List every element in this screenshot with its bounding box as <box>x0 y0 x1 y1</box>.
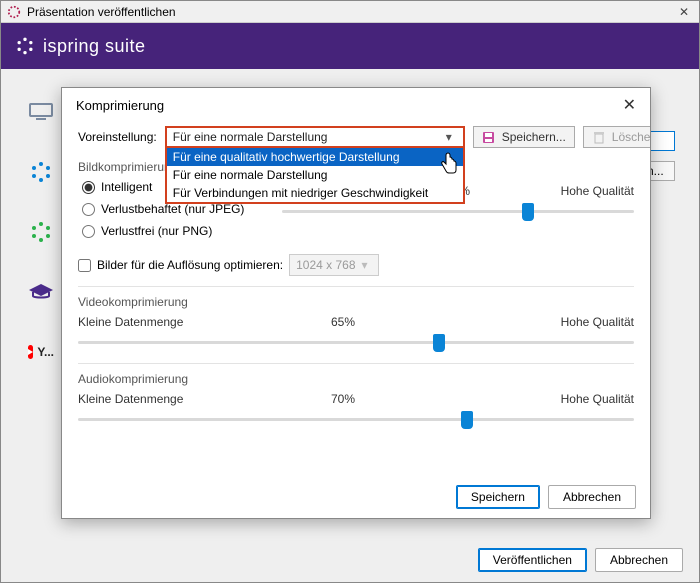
compression-dialog: Komprimierung ✕ Voreinstellung: Für eine… <box>61 87 651 519</box>
dialog-close-button[interactable]: ✕ <box>623 95 636 115</box>
radio-lossless-png[interactable]: Verlustfrei (nur PNG) <box>82 224 262 238</box>
publish-button[interactable]: Veröffentlichen <box>478 548 587 572</box>
optimize-resolution-row: Bilder für die Auflösung optimieren: 102… <box>78 254 634 276</box>
optimize-resolution-checkbox[interactable] <box>78 259 91 272</box>
radio-lossy-jpeg[interactable]: Verlustbehaftet (nur JPEG) <box>82 202 262 216</box>
sidebar-item-ispring-cloud[interactable] <box>28 159 54 185</box>
sidebar-item-computer[interactable] <box>28 99 54 125</box>
dialog-save-button[interactable]: Speichern <box>456 485 540 509</box>
preset-option-high-quality[interactable]: Für eine qualitativ hochwertige Darstell… <box>167 148 463 166</box>
audio-scale-labels: Kleine Datenmenge 70% Hohe Qualität <box>78 392 634 406</box>
resolution-dropdown[interactable]: 1024 x 768 ▾ <box>289 254 379 276</box>
dialog-body: Voreinstellung: Für eine normale Darstel… <box>62 122 650 476</box>
brand-logo-icon <box>15 36 35 56</box>
audio-quality-slider[interactable] <box>78 408 634 432</box>
preset-dropdown-list: Für eine qualitativ hochwertige Darstell… <box>165 148 465 204</box>
preset-value: Für eine normale Darstellung <box>173 130 441 144</box>
window-titlebar: Präsentation veröffentlichen ✕ <box>1 1 699 23</box>
save-preset-button[interactable]: Speichern... <box>473 126 575 148</box>
video-scale-labels: Kleine Datenmenge 65% Hohe Qualität <box>78 315 634 329</box>
sidebar-item-label: Y... <box>37 345 54 359</box>
video-section-label: Videokomprimierung <box>78 295 634 309</box>
preset-label: Voreinstellung: <box>78 130 157 144</box>
slider-thumb[interactable] <box>522 203 534 221</box>
preset-option-low-bandwidth[interactable]: Für Verbindungen mit niedriger Geschwind… <box>167 184 463 202</box>
chevron-down-icon: ▾ <box>362 258 368 272</box>
window-close-button[interactable]: ✕ <box>675 5 693 19</box>
dialog-footer: Speichern Abbrechen <box>62 476 650 518</box>
brand-bar: ispring suite <box>1 23 699 69</box>
sidebar-item-youtube[interactable]: Y... <box>28 339 54 365</box>
floppy-icon <box>482 130 496 144</box>
trash-icon <box>592 130 606 144</box>
video-quality-slider[interactable] <box>78 331 634 355</box>
preset-row: Voreinstellung: Für eine normale Darstel… <box>78 126 634 148</box>
window-title: Präsentation veröffentlichen <box>27 5 176 19</box>
publish-window: Präsentation veröffentlichen ✕ ispring s… <box>0 0 700 583</box>
app-icon <box>7 5 21 19</box>
sidebar-item-learn[interactable] <box>28 279 54 305</box>
dialog-header: Komprimierung ✕ <box>62 88 650 122</box>
preset-dropdown[interactable]: Für eine normale Darstellung ▾ <box>165 126 465 148</box>
publish-footer: Veröffentlichen Abbrechen <box>478 548 683 572</box>
slider-thumb[interactable] <box>433 334 445 352</box>
slider-thumb[interactable] <box>461 411 473 429</box>
chevron-down-icon: ▾ <box>441 128 457 146</box>
delete-preset-button[interactable]: Löschen <box>583 126 650 148</box>
audio-section-label: Audiokomprimierung <box>78 372 634 386</box>
youtube-icon <box>28 345 33 359</box>
sidebar-item-lms[interactable] <box>28 219 54 245</box>
brand-name: ispring suite <box>43 36 146 57</box>
preset-option-normal[interactable]: Für eine normale Darstellung <box>167 166 463 184</box>
preset-dropdown-wrap: Für eine normale Darstellung ▾ Für eine … <box>165 126 465 148</box>
cancel-button[interactable]: Abbrechen <box>595 548 683 572</box>
dialog-title: Komprimierung <box>76 98 164 113</box>
dialog-cancel-button[interactable]: Abbrechen <box>548 485 636 509</box>
